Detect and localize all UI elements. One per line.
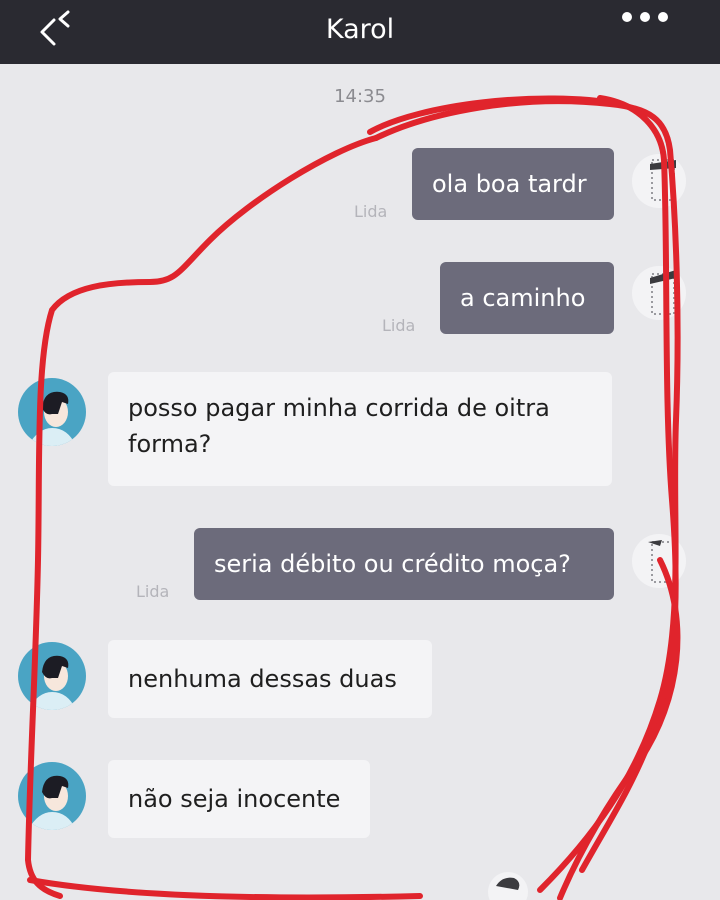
- contact-avatar[interactable]: [18, 642, 86, 710]
- self-avatar: [632, 534, 686, 588]
- incoming-message[interactable]: não seja inocente: [108, 760, 370, 838]
- self-avatar-icon: [650, 159, 676, 201]
- outgoing-message[interactable]: ola boa tardr: [412, 148, 614, 220]
- more-dot: [640, 12, 650, 22]
- contact-avatar[interactable]: [18, 762, 86, 830]
- person-avatar-icon: [28, 775, 76, 830]
- read-status: Lida: [354, 202, 388, 221]
- self-avatar: [488, 872, 528, 900]
- self-avatar-icon: [648, 540, 675, 583]
- message-timestamp: 14:35: [334, 86, 386, 107]
- more-dots-icon: [622, 12, 632, 22]
- self-avatar-icon: [650, 270, 676, 315]
- outgoing-message[interactable]: seria débito ou crédito moça?: [194, 528, 614, 600]
- person-avatar-icon: [28, 655, 76, 710]
- self-avatar: [632, 154, 686, 208]
- incoming-message[interactable]: posso pagar minha corrida de oitra forma…: [108, 372, 612, 486]
- incoming-message[interactable]: nenhuma dessas duas: [108, 640, 432, 718]
- read-status: Lida: [382, 316, 416, 335]
- more-dot: [658, 12, 668, 22]
- read-status: Lida: [136, 582, 170, 601]
- chat-screen: Karol 14:35 ola boa tardr Lida a caminho…: [0, 0, 720, 900]
- self-avatar: [632, 266, 686, 320]
- contact-avatar[interactable]: [18, 378, 86, 446]
- top-bar: Karol: [0, 0, 720, 64]
- chat-title: Karol: [325, 14, 395, 45]
- self-avatar-icon: [496, 877, 520, 890]
- more-options-button[interactable]: [622, 6, 672, 28]
- person-avatar-icon: [28, 391, 76, 446]
- outgoing-message[interactable]: a caminho: [440, 262, 614, 334]
